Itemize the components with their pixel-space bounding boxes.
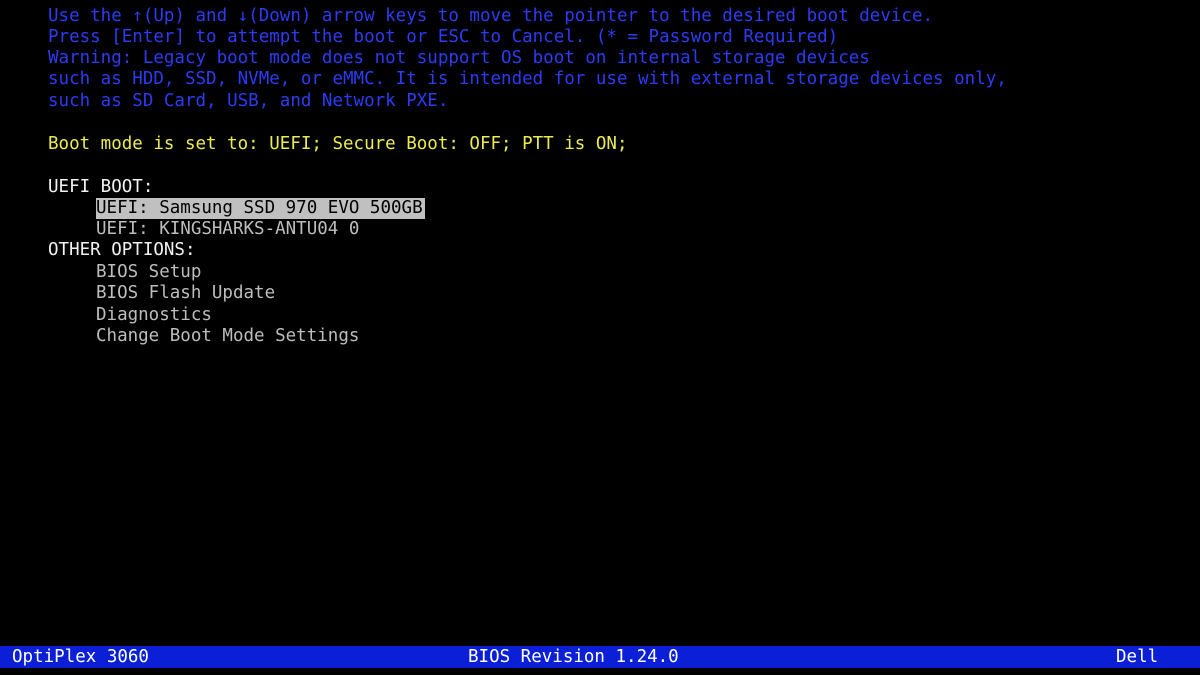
option-diagnostics[interactable]: Diagnostics: [96, 305, 212, 326]
boot-mode-status: Boot mode is set to: UEFI; Secure Boot: …: [48, 134, 628, 154]
warning-line-3: such as SD Card, USB, and Network PXE.: [48, 91, 449, 111]
boot-menu-screen: Use the ↑(Up) and ↓(Down) arrow keys to …: [0, 0, 1200, 675]
system-model: OptiPlex 3060: [12, 647, 149, 667]
status-bar: OptiPlex 3060 BIOS Revision 1.24.0 Dell: [0, 646, 1200, 668]
boot-option-samsung-ssd[interactable]: UEFI: Samsung SSD 970 EVO 500GB: [96, 198, 425, 219]
option-change-boot-mode[interactable]: Change Boot Mode Settings: [96, 326, 359, 347]
instruction-line-1: Use the ↑(Up) and ↓(Down) arrow keys to …: [48, 6, 934, 26]
vendor-name: Dell: [1116, 647, 1159, 667]
option-bios-flash-update[interactable]: BIOS Flash Update: [96, 283, 275, 304]
uefi-boot-heading: UEFI BOOT:: [48, 177, 154, 197]
warning-line-2: such as HDD, SSD, NVMe, or eMMC. It is i…: [48, 69, 1007, 89]
warning-line-1: Warning: Legacy boot mode does not suppo…: [48, 48, 870, 68]
option-bios-setup[interactable]: BIOS Setup: [96, 262, 201, 283]
boot-option-kingsharks[interactable]: UEFI: KINGSHARKS-ANTU04 0: [96, 219, 359, 240]
instruction-line-2: Press [Enter] to attempt the boot or ESC…: [48, 27, 839, 47]
other-options-heading: OTHER OPTIONS:: [48, 240, 196, 260]
bios-revision: BIOS Revision 1.24.0: [468, 647, 679, 667]
